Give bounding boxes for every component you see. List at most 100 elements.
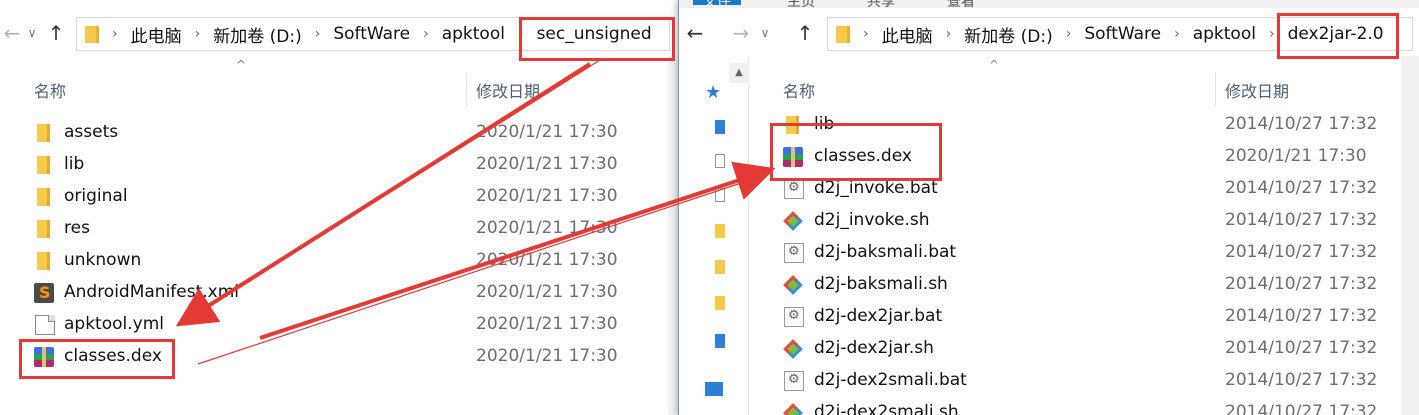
file-date: 2020/1/21 17:30 bbox=[476, 282, 618, 302]
file-date: 2014/10/27 17:32 bbox=[1225, 210, 1378, 230]
forward-arrow-icon[interactable]: → bbox=[729, 21, 753, 45]
folder-icon bbox=[34, 155, 54, 175]
list-item[interactable]: d2j-dex2smali.bat 2014/10/27 17:32 bbox=[679, 365, 1419, 397]
list-item[interactable]: d2j-dex2smali.sh 2014/10/27 17:32 bbox=[679, 397, 1419, 415]
tab-view[interactable]: 查看 bbox=[947, 0, 975, 8]
sort-caret-icon: ^ bbox=[236, 58, 247, 72]
winrar-archive-icon bbox=[34, 347, 54, 367]
file-date: 2020/1/21 17:30 bbox=[476, 250, 618, 270]
folder-icon bbox=[783, 115, 803, 135]
folder-icon bbox=[34, 251, 54, 271]
batch-file-icon bbox=[784, 243, 804, 263]
tab-home[interactable]: 主页 bbox=[787, 0, 815, 8]
breadcrumb-item[interactable]: 新加卷 (D:) bbox=[213, 22, 302, 47]
breadcrumb-item[interactable]: SoftWare bbox=[333, 24, 410, 44]
shell-script-icon bbox=[783, 275, 803, 295]
file-name: original bbox=[64, 186, 128, 206]
tab-share[interactable]: 共享 bbox=[867, 0, 895, 8]
address-bar[interactable]: › 此电脑 › 新加卷 (D:) › SoftWare › apktool › … bbox=[76, 17, 670, 51]
explorer-window-right: 文件 主页 共享 查看 ← → ∨ ↑ › 此电脑 › 新加卷 (D:) › S… bbox=[678, 0, 1419, 415]
column-date-modified[interactable]: 修改日期 bbox=[476, 78, 540, 102]
shell-script-icon bbox=[783, 211, 803, 231]
file-date: 2014/10/27 17:32 bbox=[1225, 370, 1378, 390]
file-name: d2j-dex2jar.sh bbox=[814, 338, 934, 358]
file-name: d2j-baksmali.sh bbox=[814, 274, 948, 294]
list-item[interactable]: d2j_invoke.sh 2014/10/27 17:32 bbox=[679, 205, 1419, 237]
file-name: classes.dex bbox=[814, 146, 912, 166]
list-item[interactable]: classes.dex 2020/1/21 17:30 bbox=[679, 141, 1419, 173]
file-date: 2014/10/27 17:32 bbox=[1225, 114, 1378, 134]
list-item[interactable]: apktool.yml 2020/1/21 17:30 bbox=[0, 309, 680, 341]
batch-file-icon bbox=[784, 371, 804, 391]
back-arrow-icon[interactable]: ← bbox=[683, 21, 707, 45]
file-date: 2014/10/27 17:32 bbox=[1225, 306, 1378, 326]
list-item[interactable]: d2j-baksmali.bat 2014/10/27 17:32 bbox=[679, 237, 1419, 269]
file-name: unknown bbox=[64, 250, 142, 270]
folder-icon bbox=[85, 25, 99, 43]
file-name: res bbox=[64, 218, 90, 238]
file-name: lib bbox=[64, 154, 85, 174]
batch-file-icon bbox=[784, 307, 804, 327]
list-item[interactable]: d2j-dex2jar.sh 2014/10/27 17:32 bbox=[679, 333, 1419, 365]
address-bar[interactable]: › 此电脑 › 新加卷 (D:) › SoftWare › apktool › … bbox=[827, 17, 1413, 51]
file-date: 2014/10/27 17:32 bbox=[1225, 274, 1378, 294]
tab-file[interactable]: 文件 bbox=[693, 0, 741, 8]
file-date: 2020/1/21 17:30 bbox=[476, 218, 618, 238]
breadcrumb-item[interactable]: apktool bbox=[1193, 24, 1256, 44]
file-name: d2j-dex2smali.sh bbox=[814, 402, 959, 415]
up-arrow-icon[interactable]: ↑ bbox=[793, 21, 817, 45]
breadcrumb-current[interactable]: sec_unsigned bbox=[537, 24, 652, 44]
breadcrumb-item[interactable]: 新加卷 (D:) bbox=[964, 22, 1053, 47]
file-date: 2020/1/21 17:30 bbox=[476, 314, 618, 334]
column-header: ^ 名称 修改日期 bbox=[0, 58, 680, 112]
column-name[interactable]: 名称 bbox=[34, 78, 66, 102]
list-item[interactable]: original 2020/1/21 17:30 bbox=[0, 181, 680, 213]
recent-dropdown-icon[interactable]: ∨ bbox=[753, 21, 777, 45]
list-item[interactable]: d2j-baksmali.sh 2014/10/27 17:32 bbox=[679, 269, 1419, 301]
file-date: 2014/10/27 17:32 bbox=[1225, 242, 1378, 262]
list-item[interactable]: classes.dex 2020/1/21 17:30 bbox=[0, 341, 680, 373]
sort-caret-icon: ^ bbox=[989, 58, 1000, 72]
shell-script-icon bbox=[783, 339, 803, 359]
list-item[interactable]: d2j_invoke.bat 2014/10/27 17:32 bbox=[679, 173, 1419, 205]
winrar-archive-icon bbox=[783, 147, 803, 167]
breadcrumb-item[interactable]: 此电脑 bbox=[882, 22, 933, 47]
file-name: classes.dex bbox=[64, 346, 162, 366]
file-date: 2014/10/27 17:32 bbox=[1225, 178, 1378, 198]
list-item[interactable]: AndroidManifest.xml 2020/1/21 17:30 bbox=[0, 277, 680, 309]
column-name[interactable]: 名称 bbox=[783, 78, 815, 102]
recent-dropdown-icon[interactable]: ∨ bbox=[20, 21, 44, 45]
scrollbar[interactable] bbox=[1401, 56, 1419, 415]
address-row: ← → ∨ ↑ › 此电脑 › 新加卷 (D:) › SoftWare › ap… bbox=[679, 13, 1419, 53]
file-date: 2020/1/21 17:30 bbox=[476, 122, 618, 142]
list-item[interactable]: res 2020/1/21 17:30 bbox=[0, 213, 680, 245]
folder-icon bbox=[34, 187, 54, 207]
column-date-modified[interactable]: 修改日期 bbox=[1225, 78, 1289, 102]
folder-icon bbox=[836, 25, 850, 43]
file-name: lib bbox=[814, 114, 835, 134]
file-date: 2020/1/21 17:30 bbox=[476, 154, 618, 174]
sublime-text-icon bbox=[34, 283, 54, 303]
file-icon bbox=[35, 315, 55, 335]
list-item[interactable]: lib 2014/10/27 17:32 bbox=[679, 109, 1419, 141]
up-arrow-icon[interactable]: ↑ bbox=[44, 21, 68, 45]
list-item[interactable]: unknown 2020/1/21 17:30 bbox=[0, 245, 680, 277]
list-item[interactable]: assets 2020/1/21 17:30 bbox=[0, 117, 680, 149]
breadcrumb-item[interactable]: SoftWare bbox=[1084, 24, 1161, 44]
batch-file-icon bbox=[784, 179, 804, 199]
ribbon: 文件 主页 共享 查看 bbox=[679, 0, 1419, 8]
explorer-window-left: ← ∨ ↑ › 此电脑 › 新加卷 (D:) › SoftWare › apkt… bbox=[0, 0, 680, 415]
folder-icon bbox=[34, 123, 54, 143]
file-name: apktool.yml bbox=[64, 314, 164, 334]
file-date: 2014/10/27 17:32 bbox=[1225, 338, 1378, 358]
column-header: ^ 名称 修改日期 bbox=[679, 58, 1419, 112]
file-name: d2j-baksmali.bat bbox=[814, 242, 957, 262]
list-item[interactable]: d2j-dex2jar.bat 2014/10/27 17:32 bbox=[679, 301, 1419, 333]
file-date: 2020/1/21 17:30 bbox=[1225, 146, 1367, 166]
breadcrumb-current[interactable]: dex2jar-2.0 bbox=[1288, 24, 1384, 44]
list-item[interactable]: lib 2020/1/21 17:30 bbox=[0, 149, 680, 181]
file-name: d2j-dex2jar.bat bbox=[814, 306, 943, 326]
breadcrumb-item[interactable]: 此电脑 bbox=[131, 22, 182, 47]
file-name: d2j_invoke.bat bbox=[814, 178, 938, 198]
breadcrumb-item[interactable]: apktool bbox=[442, 24, 505, 44]
